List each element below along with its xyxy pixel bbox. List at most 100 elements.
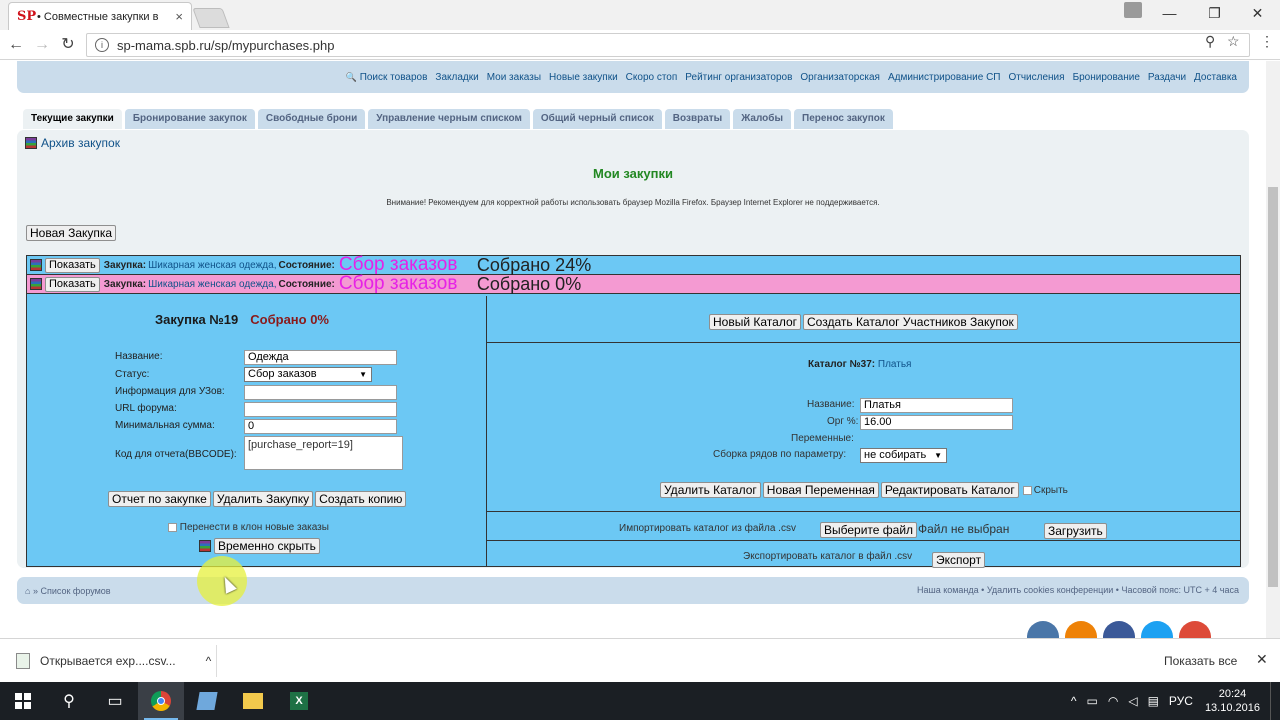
more-share-icon[interactable] xyxy=(1179,621,1211,638)
new-purchase-button[interactable]: Новая Закупка xyxy=(26,225,117,241)
nav-my-orders[interactable]: Мои заказы xyxy=(487,72,541,83)
excel-taskbar-icon[interactable]: X xyxy=(276,682,322,720)
vk-share-icon[interactable] xyxy=(1027,621,1059,638)
tab-free-bookings[interactable]: Свободные брони xyxy=(257,109,366,129)
back-icon[interactable]: ← xyxy=(6,36,26,54)
rows-assembly-select[interactable]: не собирать ▼ xyxy=(860,448,947,463)
create-copy-button[interactable]: Создать копию xyxy=(315,491,407,507)
edit-catalog-button[interactable]: Редактировать Каталог xyxy=(880,482,1019,498)
nav-deductions[interactable]: Отчисления xyxy=(1008,72,1064,83)
tab-booking-purchases[interactable]: Бронирование закупок xyxy=(124,109,255,129)
show-button[interactable]: Показать xyxy=(45,276,100,292)
chevron-up-icon[interactable]: ^ xyxy=(1071,694,1077,708)
purchase-name-link[interactable]: Шикарная женская одежда, xyxy=(148,260,276,271)
scrollbar-thumb[interactable] xyxy=(1268,187,1278,587)
notifications-icon[interactable] xyxy=(1270,682,1280,720)
status-select[interactable]: Сбор заказов ▼ xyxy=(244,367,372,382)
search-icon[interactable]: ⚲ xyxy=(46,682,92,720)
reload-icon[interactable]: ↻ xyxy=(58,36,78,54)
chevron-up-icon[interactable]: ^ xyxy=(206,654,212,668)
tab-common-blacklist[interactable]: Общий черный список xyxy=(532,109,662,129)
main-panel: Архив закупок Мои закупки Внимание! Реко… xyxy=(17,130,1249,568)
hide-temporarily-button[interactable]: Временно скрыть xyxy=(214,538,320,554)
report-code-textarea[interactable]: [purchase_report=19] xyxy=(244,436,403,470)
purchase-report-button[interactable]: Отчет по закупке xyxy=(108,491,211,507)
nav-new-purchases[interactable]: Новые закупки xyxy=(549,72,618,83)
hide-catalog-checkbox[interactable] xyxy=(1022,485,1032,495)
transfer-orders-option[interactable]: Перенести в клон новые заказы xyxy=(168,522,329,533)
show-button[interactable]: Показать xyxy=(45,257,100,273)
info-input[interactable] xyxy=(244,385,397,400)
chrome-taskbar-icon[interactable] xyxy=(138,682,184,720)
twitter-share-icon[interactable] xyxy=(1141,621,1173,638)
bookmark-star-icon[interactable]: ☆ xyxy=(1227,33,1240,50)
nav-organizer-rating[interactable]: Рейтинг организаторов xyxy=(685,72,792,83)
nav-administration[interactable]: Администрирование СП xyxy=(888,72,1001,83)
nav-distributions[interactable]: Раздачи xyxy=(1148,72,1186,83)
nav-organizer-room[interactable]: Организаторская xyxy=(800,72,880,83)
nav-booking[interactable]: Бронирование xyxy=(1073,72,1140,83)
catalog-title: Каталог №37: Платья xyxy=(808,359,912,370)
tab-close-icon[interactable]: × xyxy=(175,9,183,24)
page-content: 🔍 Поиск товаров Закладки Мои заказы Новы… xyxy=(0,61,1266,638)
export-button[interactable]: Экспорт xyxy=(932,552,986,568)
nav-delivery[interactable]: Доставка xyxy=(1194,72,1237,83)
minimize-button[interactable]: — xyxy=(1147,0,1192,26)
org-percent-input[interactable]: 16.00 xyxy=(860,415,1013,430)
tab-transfer-purchases[interactable]: Перенос закупок xyxy=(794,109,893,129)
catalog-name-label: Название: xyxy=(807,399,855,410)
nav-search[interactable]: 🔍 Поиск товаров xyxy=(346,72,428,83)
browser-navbar: ← → ↻ i sp-mama.spb.ru/sp/mypurchases.ph… xyxy=(0,30,1280,60)
browser-menu-icon[interactable]: ⋮ xyxy=(1260,33,1274,50)
odnoklassniki-share-icon[interactable] xyxy=(1065,621,1097,638)
min-sum-input[interactable]: 0 xyxy=(244,419,397,434)
choose-file-button[interactable]: Выберите файл xyxy=(820,522,918,538)
start-button[interactable] xyxy=(0,682,46,720)
battery-icon[interactable]: ▭ xyxy=(1087,694,1098,708)
zoom-icon[interactable]: ⚲ xyxy=(1205,33,1215,50)
forum-list-link[interactable]: ⌂ » Список форумов xyxy=(25,586,111,596)
notepad-taskbar-icon[interactable] xyxy=(184,682,230,720)
forward-icon[interactable]: → xyxy=(32,36,52,54)
footer-links[interactable]: Наша команда • Удалить cookies конференц… xyxy=(917,585,1239,595)
delete-catalog-button[interactable]: Удалить Каталог xyxy=(660,482,761,498)
language-indicator[interactable]: РУС xyxy=(1169,694,1193,708)
upload-button[interactable]: Загрузить xyxy=(1044,523,1107,539)
tab-returns[interactable]: Возвраты xyxy=(664,109,731,129)
download-item[interactable]: Открывается exp....csv... ^ xyxy=(16,653,211,669)
archive-link[interactable]: Архив закупок xyxy=(25,136,120,150)
page-scrollbar[interactable] xyxy=(1266,61,1280,638)
books-icon xyxy=(30,278,42,290)
nav-bookmarks[interactable]: Закладки xyxy=(435,72,478,83)
tab-current-purchases[interactable]: Текущие закупки xyxy=(23,109,122,129)
volume-icon[interactable]: ◁ xyxy=(1128,694,1137,708)
browser-tab[interactable]: SP • Совместные закупки в × xyxy=(8,2,192,30)
create-participants-catalog-button[interactable]: Создать Каталог Участников Закупок xyxy=(803,314,1018,330)
nav-soon-stop[interactable]: Скоро стоп xyxy=(626,72,678,83)
books-icon xyxy=(199,540,211,552)
new-tab-button[interactable] xyxy=(192,8,230,28)
purchase-name-link[interactable]: Шикарная женская одежда, xyxy=(148,279,276,290)
clock[interactable]: 20:24 13.10.2016 xyxy=(1205,687,1260,715)
wifi-icon[interactable]: ◠ xyxy=(1108,694,1118,708)
delete-purchase-button[interactable]: Удалить Закупку xyxy=(212,491,314,507)
close-window-button[interactable]: ✕ xyxy=(1235,0,1280,26)
task-view-icon[interactable]: ▭ xyxy=(92,682,138,720)
facebook-share-icon[interactable] xyxy=(1103,621,1135,638)
transfer-orders-checkbox[interactable] xyxy=(168,522,177,532)
tab-complaints[interactable]: Жалобы xyxy=(733,109,791,129)
maximize-button[interactable]: ❐ xyxy=(1192,0,1237,26)
tab-blacklist-management[interactable]: Управление черным списком xyxy=(368,109,530,129)
close-download-bar-icon[interactable]: ✕ xyxy=(1256,651,1268,668)
site-info-icon[interactable]: i xyxy=(95,38,109,52)
action-center-icon[interactable]: ▤ xyxy=(1148,694,1159,708)
new-catalog-button[interactable]: Новый Каталог xyxy=(709,314,801,330)
name-input[interactable]: Одежда xyxy=(244,350,397,365)
address-bar[interactable]: i sp-mama.spb.ru/sp/mypurchases.php xyxy=(86,33,1250,57)
forum-url-input[interactable] xyxy=(244,402,397,417)
catalog-name-input[interactable]: Платья xyxy=(860,398,1013,413)
new-variable-button[interactable]: Новая Переменная xyxy=(762,482,879,498)
file-explorer-icon[interactable] xyxy=(230,682,276,720)
profile-icon[interactable] xyxy=(1124,2,1142,18)
show-all-downloads-button[interactable]: Показать все xyxy=(1153,648,1249,674)
